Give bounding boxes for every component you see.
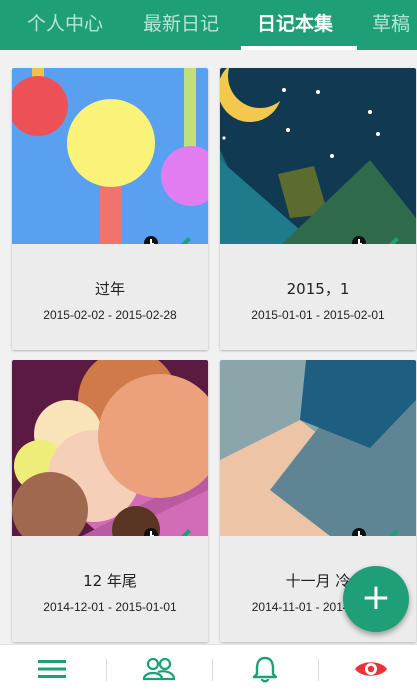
add-diary-fab[interactable]: + bbox=[343, 566, 409, 632]
diary-cover-image bbox=[220, 360, 416, 536]
nav-view-button[interactable] bbox=[319, 645, 417, 692]
eye-icon bbox=[355, 662, 387, 676]
diary-grid: 过年 2015-02-02 - 2015-02-28 2015，1 2015-0… bbox=[0, 50, 417, 644]
bell-icon bbox=[252, 656, 278, 683]
diary-card[interactable]: 过年 2015-02-02 - 2015-02-28 bbox=[12, 68, 208, 350]
menu-icon bbox=[38, 660, 66, 678]
diary-cover-image bbox=[12, 68, 208, 244]
diary-title: 2015，1 bbox=[286, 280, 350, 298]
diary-title: 12 年尾 bbox=[83, 572, 137, 590]
diary-info: 12 年尾 2014-12-01 - 2015-01-01 bbox=[12, 536, 208, 642]
nav-people-button[interactable] bbox=[107, 645, 211, 692]
top-tab-bar: 个人中心 最新日记 日记本集 草稿 bbox=[0, 0, 417, 50]
diary-date-range: 2015-01-01 - 2015-02-01 bbox=[251, 308, 385, 322]
nav-notification-button[interactable] bbox=[213, 645, 317, 692]
diary-info: 过年 2015-02-02 - 2015-02-28 bbox=[12, 244, 208, 350]
diary-date-range: 2015-02-02 - 2015-02-28 bbox=[43, 308, 177, 322]
diary-cover-image bbox=[12, 360, 208, 536]
diary-card[interactable]: 12 年尾 2014-12-01 - 2015-01-01 bbox=[12, 360, 208, 642]
diary-cover-image bbox=[220, 68, 416, 244]
diary-card[interactable]: 2015，1 2015-01-01 - 2015-02-01 bbox=[220, 68, 416, 350]
tab-diary-collections[interactable]: 日记本集 bbox=[257, 0, 333, 50]
bottom-navigation bbox=[0, 644, 417, 692]
nav-menu-button[interactable] bbox=[0, 645, 104, 692]
people-icon bbox=[142, 657, 176, 681]
diary-title: 过年 bbox=[94, 280, 125, 298]
tab-drafts[interactable]: 草稿 bbox=[372, 0, 410, 50]
tab-latest-diary[interactable]: 最新日记 bbox=[143, 0, 219, 50]
diary-info: 2015，1 2015-01-01 - 2015-02-01 bbox=[220, 244, 416, 350]
diary-date-range: 2014-12-01 - 2015-01-01 bbox=[43, 600, 177, 614]
tab-personal-center[interactable]: 个人中心 bbox=[27, 0, 103, 50]
